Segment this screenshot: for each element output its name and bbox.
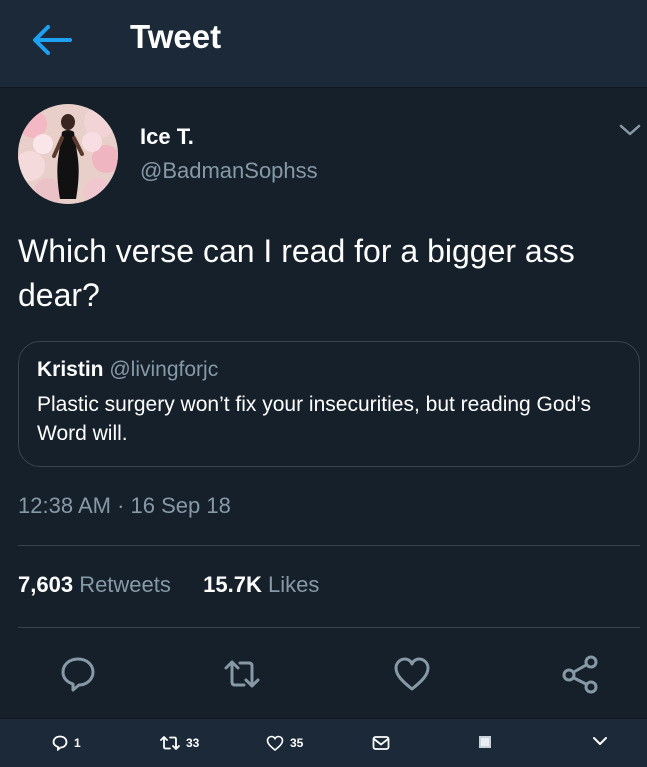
bottom-like-button[interactable]: 35 [266, 735, 303, 751]
heart-icon [266, 735, 284, 751]
image-thumbnail-icon [479, 736, 491, 748]
reply-icon [61, 657, 95, 692]
retweet-count: 33 [186, 736, 200, 750]
like-button[interactable] [392, 654, 432, 694]
bottom-analytics-button[interactable] [478, 735, 492, 749]
bottom-more-button[interactable] [592, 735, 608, 747]
quoted-author-handle: @livingforjc [109, 358, 219, 381]
arrow-left-icon [33, 25, 72, 55]
reply-icon [52, 735, 68, 751]
like-count: 35 [290, 736, 304, 750]
avatar[interactable] [18, 104, 118, 204]
retweets-count: 7,603 [18, 572, 74, 597]
page-title: Tweet [130, 18, 222, 55]
quoted-tweet[interactable]: Kristin @livingforjc Plastic surgery won… [18, 341, 640, 467]
more-options-button[interactable] [618, 120, 642, 140]
retweet-icon [224, 660, 260, 688]
chevron-down-icon [593, 737, 607, 745]
divider [18, 545, 640, 546]
bottom-message-button[interactable] [372, 735, 390, 751]
reply-count: 1 [74, 736, 81, 750]
chevron-down-icon [619, 124, 641, 136]
divider [18, 627, 640, 628]
back-button[interactable] [30, 22, 74, 58]
top-app-bar: Tweet [0, 0, 647, 88]
quoted-tweet-text: Plastic surgery won’t fix your insecurit… [37, 393, 592, 445]
likes-count: 15.7K [203, 572, 262, 597]
quoted-author-name: Kristin [37, 358, 104, 381]
retweet-icon [160, 736, 180, 750]
author-handle[interactable]: @BadmanSophss [140, 158, 318, 184]
bottom-action-bar: 1 33 35 [0, 718, 647, 767]
heart-icon [394, 657, 430, 691]
bottom-reply-button[interactable]: 1 [52, 735, 81, 751]
share-icon [562, 655, 598, 694]
tweet-text: Which verse can I read for a bigger ass … [18, 233, 575, 313]
retweets-stat[interactable]: 7,603 Retweets [18, 572, 177, 597]
share-button[interactable] [560, 654, 600, 694]
likes-stat[interactable]: 15.7K Likes [203, 572, 319, 597]
retweet-button[interactable] [222, 654, 262, 694]
quoted-tweet-header: Kristin @livingforjc [37, 358, 218, 382]
likes-label: Likes [268, 572, 320, 597]
author-name[interactable]: Ice T. [140, 124, 194, 150]
engagement-stats: 7,603 Retweets 15.7K Likes [18, 572, 319, 598]
mail-icon [372, 736, 390, 750]
reply-button[interactable] [58, 654, 98, 694]
tweet-timestamp: 12:38 AM · 16 Sep 18 [18, 493, 231, 518]
retweets-label: Retweets [79, 572, 171, 597]
bottom-retweet-button[interactable]: 33 [160, 735, 199, 751]
